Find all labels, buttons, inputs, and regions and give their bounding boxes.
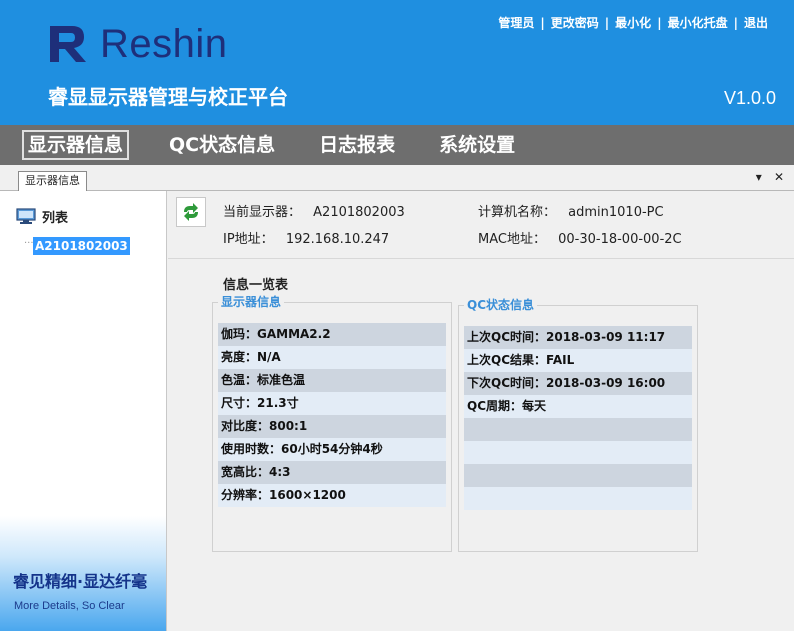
display-info-rows: 伽玛：GAMMA2.2 亮度：N/A 色温：标准色温 尺寸：21.3寸 对比度：… [218,323,446,507]
tab-close-icon[interactable]: ✕ [774,170,784,184]
list-item [464,464,692,487]
list-item: 尺寸：21.3寸 [218,392,446,415]
minimize-link[interactable]: 最小化 [615,14,651,31]
list-item: 使用时数：60小时54分钟4秒 [218,438,446,461]
ip-value: 192.168.10.247 [285,232,390,247]
menu-log-report[interactable]: 日志报表 [315,131,399,159]
list-item: 分辨率：1600×1200 [218,484,446,507]
current-display-label: 当前显示器： [223,205,302,220]
menu-display-info[interactable]: 显示器信息 [22,130,130,160]
slogan-english: More Details, So Clear [14,600,125,612]
reshin-logo-icon [50,26,86,62]
exit-link[interactable]: 退出 [744,14,768,31]
ip-info: IP地址： 192.168.10.247 [223,228,389,247]
qc-status-rows: 上次QC时间：2018-03-09 11:17 上次QC结果：FAIL 下次QC… [464,326,692,510]
computer-name-info: 计算机名称： admin1010-PC [478,201,664,220]
mac-value: 00-30-18-00-00-2C [558,232,682,247]
list-item: 色温：标准色温 [218,369,446,392]
platform-title: 睿显显示器管理与校正平台 [48,85,288,109]
current-display-value: A2101802003 [313,205,405,220]
refresh-icon [184,203,198,221]
display-info-header: 当前显示器： A2101802003 计算机名称： admin1010-PC I… [168,191,794,259]
list-item: 伽玛：GAMMA2.2 [218,323,446,346]
list-item: 上次QC结果：FAIL [464,349,692,372]
link-separator: | [733,15,738,30]
tab-dropdown-icon[interactable]: ▾ [756,170,762,184]
qc-status-group: QC状态信息 上次QC时间：2018-03-09 11:17 上次QC结果：FA… [458,297,698,552]
list-item: QC周期：每天 [464,395,692,418]
computer-name-value: admin1010-PC [568,205,664,220]
link-separator: | [540,15,545,30]
current-display-info: 当前显示器： A2101802003 [223,201,405,220]
list-item [464,441,692,464]
tree-item-display[interactable]: A2101802003 [33,237,130,255]
list-item [464,487,692,510]
reshin-logo: Reshin [48,22,268,66]
menu-qc-status[interactable]: QC状态信息 [165,131,279,159]
mac-info: MAC地址： 00-30-18-00-00-2C [478,228,682,247]
change-password-link[interactable]: 更改密码 [551,14,599,31]
mac-label: MAC地址： [478,232,546,247]
version-label: V1.0.0 [723,88,776,108]
list-item: 下次QC时间：2018-03-09 16:00 [464,372,692,395]
overview-title: 信息一览表 [223,278,289,293]
tab-display-info[interactable]: 显示器信息 [18,171,87,191]
list-item [464,418,692,441]
tab-strip: 显示器信息 ▾ ✕ [0,165,794,191]
display-info-group: 显示器信息 伽玛：GAMMA2.2 亮度：N/A 色温：标准色温 尺寸：21.3… [212,294,452,552]
computer-name-label: 计算机名称： [478,205,557,220]
list-item: 宽高比：4:3 [218,461,446,484]
logo-text: Reshin [100,22,228,66]
slogan-chinese: 睿见精细·显达纤毫 [13,572,148,591]
minimize-tray-link[interactable]: 最小化托盘 [668,14,728,31]
tree-root[interactable]: 列表 [16,207,68,226]
qc-group-title: QC状态信息 [464,297,538,313]
monitor-icon [16,208,36,224]
top-links: 管理员 | 更改密码 | 最小化 | 最小化托盘 | 退出 [498,14,768,31]
list-item: 亮度：N/A [218,346,446,369]
main-panel: 当前显示器： A2101802003 计算机名称： admin1010-PC I… [168,191,794,631]
main-menu-bar: 显示器信息 QC状态信息 日志报表 系统设置 [0,125,794,165]
refresh-button[interactable] [176,197,206,227]
admin-link[interactable]: 管理员 [498,14,534,31]
menu-system-settings[interactable]: 系统设置 [435,131,519,159]
app-header: Reshin 睿显显示器管理与校正平台 V1.0.0 管理员 | 更改密码 | … [0,0,794,125]
link-separator: | [657,15,662,30]
tree-root-label: 列表 [42,211,69,226]
display-group-title: 显示器信息 [218,294,285,310]
link-separator: | [604,15,610,30]
device-sidebar: 列表 .... A2101802003 睿见精细·显达纤毫 More Detai… [0,191,167,631]
list-item: 对比度：800:1 [218,415,446,438]
list-item: 上次QC时间：2018-03-09 11:17 [464,326,692,349]
tab-controls: ▾ ✕ [748,170,784,184]
slogan-banner: 睿见精细·显达纤毫 More Details, So Clear [0,516,166,631]
ip-label: IP地址： [223,232,274,247]
